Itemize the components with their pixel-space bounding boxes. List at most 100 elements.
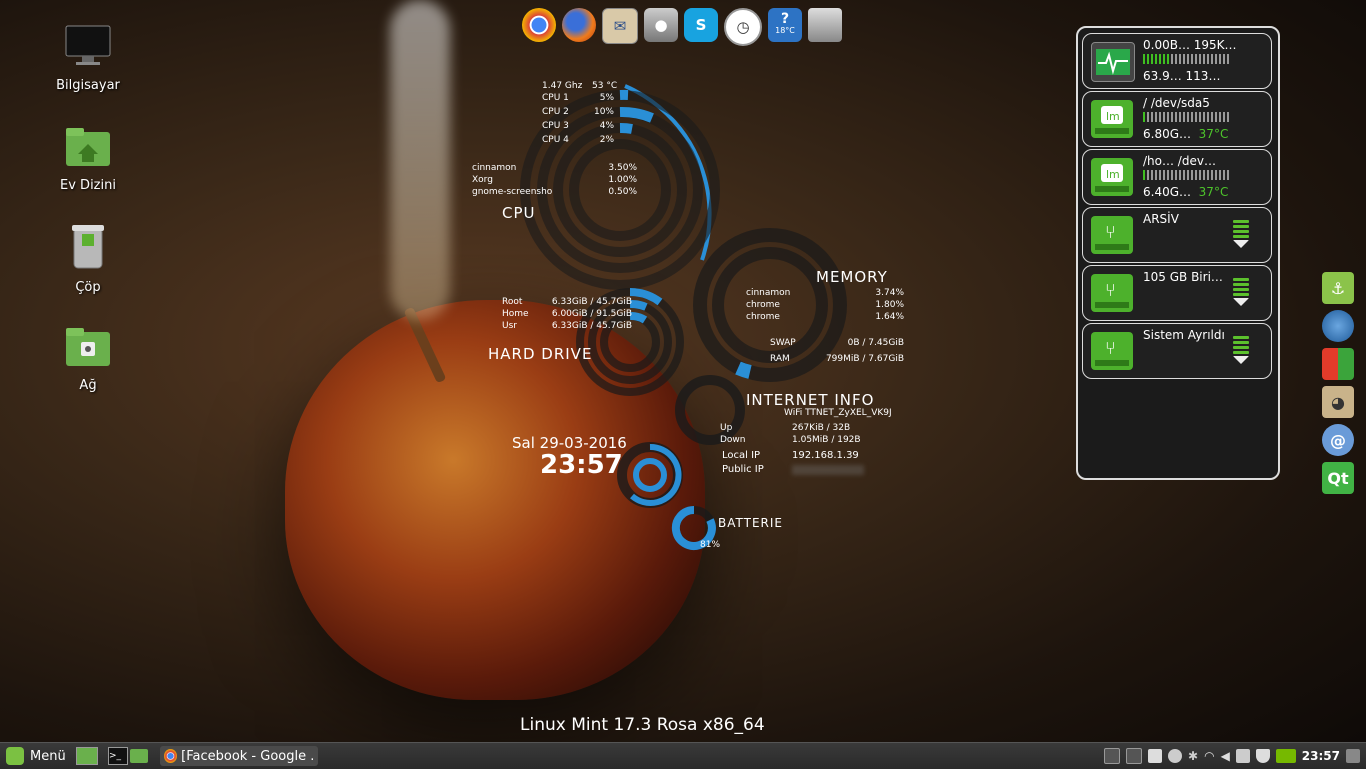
net-ssid: WiFi TTNET_ZyXEL_VK9J xyxy=(784,408,892,418)
weather-icon[interactable]: ? 18°C xyxy=(768,8,802,42)
battery-icon[interactable] xyxy=(1235,749,1250,763)
network-monitor-icon xyxy=(1091,42,1135,82)
chrome-icon[interactable] xyxy=(522,8,556,42)
local-ip-value: 192.168.1.39 xyxy=(792,450,859,461)
chrome-icon xyxy=(164,749,178,763)
drive-home-bar xyxy=(1143,170,1231,180)
user-icon[interactable] xyxy=(1168,749,1183,763)
desktop-icon-home[interactable]: Ev Dizini xyxy=(38,126,138,193)
eject-icon[interactable] xyxy=(1233,336,1249,366)
ram-label: RAM xyxy=(770,354,790,364)
usb-drive-icon: ⑂ xyxy=(1091,274,1133,312)
eject-icon[interactable] xyxy=(1233,278,1249,308)
net-up-label: Up xyxy=(720,423,733,433)
ram-value: 799MiB / 7.67GiB xyxy=(825,354,904,364)
disk-title: HARD DRIVE xyxy=(488,345,593,363)
svg-text:⑂: ⑂ xyxy=(1105,338,1116,359)
bluetooth-icon[interactable]: ✱ xyxy=(1188,749,1198,763)
settings-drop-icon[interactable]: ● xyxy=(644,8,678,42)
drive-root-bar xyxy=(1143,112,1231,122)
cpu-core-row: CPU 4 2% xyxy=(542,135,614,145)
trash-dock-icon[interactable] xyxy=(808,8,842,42)
cpu-core-row: CPU 2 10% xyxy=(542,107,614,117)
wifi-icon[interactable]: ◠ xyxy=(1204,749,1214,763)
drive-card-home[interactable]: lm /ho… /dev… 6.40G… 37°C xyxy=(1082,149,1272,205)
weather-temp: 18°C xyxy=(775,26,795,35)
office-app-icon[interactable] xyxy=(1322,348,1354,380)
trash-icon xyxy=(38,222,138,274)
menu-button[interactable]: Menü xyxy=(6,746,66,766)
wallpaper-light-trail xyxy=(390,0,450,320)
usb-drive-icon: ⑂ xyxy=(1091,216,1133,254)
thunderbird-mail-icon[interactable]: ✉ xyxy=(602,8,638,44)
window-button-chrome[interactable]: [Facebook - Google ... xyxy=(160,746,318,766)
volume-icon[interactable]: ◀ xyxy=(1221,749,1230,763)
disk-row: Root 6.33GiB / 45.7GiB xyxy=(502,297,632,307)
network-bar xyxy=(1143,54,1231,64)
skype-icon[interactable]: S xyxy=(684,8,718,42)
drive-root-line2: 6.80G… 37°C xyxy=(1143,127,1229,141)
network-card[interactable]: 0.00B… 195K… 63.9… 113… xyxy=(1082,33,1272,89)
taskbar: Menü >_ [Facebook - Google ... ✱ ◠ ◀ 23:… xyxy=(0,742,1366,769)
svg-text:⑂: ⑂ xyxy=(1105,280,1116,301)
memory-proc-row: cinnamon 3.74% xyxy=(746,288,904,298)
memory-title: MEMORY xyxy=(816,268,888,286)
terminal-launcher[interactable]: >_ xyxy=(108,746,128,766)
cpu-proc-row: Xorg 1.00% xyxy=(472,175,637,185)
usb-sistem-label: Sistem Ayrıldı xyxy=(1143,328,1225,342)
cpu-procs: cinnamon 3.50% Xorg 1.00% gnome-screensho 0… xyxy=(472,163,637,199)
network-folder-icon xyxy=(38,326,138,372)
taskbar-clock[interactable]: 23:57 xyxy=(1302,749,1340,763)
svg-text:⑂: ⑂ xyxy=(1105,222,1116,243)
usb-card-arsiv[interactable]: ⑂ ARSİV xyxy=(1082,207,1272,263)
anchor-icon[interactable]: ⚓ xyxy=(1322,272,1354,304)
svg-text:lm: lm xyxy=(1106,110,1120,123)
desktop-icon-label: Çöp xyxy=(75,280,101,295)
drive-root-line1: / /dev/sda5 xyxy=(1143,96,1210,110)
nvidia-icon[interactable] xyxy=(1275,749,1296,763)
mint-drive-icon: lm xyxy=(1091,158,1133,196)
drive-card-root[interactable]: lm / /dev/sda5 6.80G… 37°C xyxy=(1082,91,1272,147)
spiral-app-icon[interactable]: @ xyxy=(1322,424,1354,456)
desktop-icon-computer[interactable]: Bilgisayar xyxy=(38,24,138,93)
calendar-icon[interactable] xyxy=(1148,749,1163,763)
show-desktop-icon[interactable] xyxy=(1346,749,1360,763)
net-down-label: Down xyxy=(720,435,746,445)
gimp-icon[interactable]: ◕ xyxy=(1322,386,1354,418)
cpu-proc-row: cinnamon 3.50% xyxy=(472,163,637,173)
firefox-icon[interactable] xyxy=(562,8,596,42)
disk-rows: Root 6.33GiB / 45.7GiB Home 6.00GiB / 91.5… xyxy=(502,297,632,333)
conky-time: 23:57 xyxy=(540,450,623,480)
memory-proc-row: chrome 1.80% xyxy=(746,300,904,310)
cpu-temp: 53 °C xyxy=(592,81,618,91)
swap-label: SWAP xyxy=(770,338,796,348)
os-label: Linux Mint 17.3 Rosa x86_64 xyxy=(520,715,765,735)
screenshot-icon[interactable] xyxy=(1104,748,1121,764)
local-ip-label: Local IP xyxy=(722,450,761,461)
net-down-value: 1.05MiB / 192B xyxy=(792,435,861,445)
qt-icon[interactable]: Qt xyxy=(1322,462,1354,494)
network-line1: 0.00B… 195K… xyxy=(1143,38,1237,52)
desktop-icon-trash[interactable]: Çöp xyxy=(38,222,138,295)
bird-app-icon[interactable] xyxy=(1322,310,1354,342)
svg-text:lm: lm xyxy=(1106,168,1120,181)
usb-card-sistem[interactable]: ⑂ Sistem Ayrıldı xyxy=(1082,323,1272,379)
desktop-icon-network[interactable]: Ağ xyxy=(38,326,138,393)
usb-card-105gb[interactable]: ⑂ 105 GB Biri… xyxy=(1082,265,1272,321)
top-dock: ✉ ● S ◷ ? 18°C xyxy=(522,8,842,46)
files-launcher[interactable] xyxy=(130,746,148,766)
clock-icon[interactable]: ◷ xyxy=(724,8,762,46)
eject-icon[interactable] xyxy=(1233,220,1249,250)
cpu-core-row: CPU 1 5% xyxy=(542,93,614,103)
folder-icon xyxy=(130,749,148,763)
cpu-freq: 1.47 Ghz xyxy=(542,81,583,91)
device-panel: 0.00B… 195K… 63.9… 113… lm / /dev/sda5 6… xyxy=(1076,26,1280,480)
shield-icon[interactable] xyxy=(1255,749,1270,763)
notes-icon[interactable] xyxy=(1126,748,1143,764)
window-title: [Facebook - Google ... xyxy=(181,748,314,764)
drive-home-line1: /ho… /dev… xyxy=(1143,154,1216,168)
show-desktop-button[interactable] xyxy=(76,746,98,766)
public-ip-blurred xyxy=(792,465,864,475)
desktop-icon-label: Ağ xyxy=(79,378,97,393)
drive-home-line2: 6.40G… 37°C xyxy=(1143,185,1229,199)
